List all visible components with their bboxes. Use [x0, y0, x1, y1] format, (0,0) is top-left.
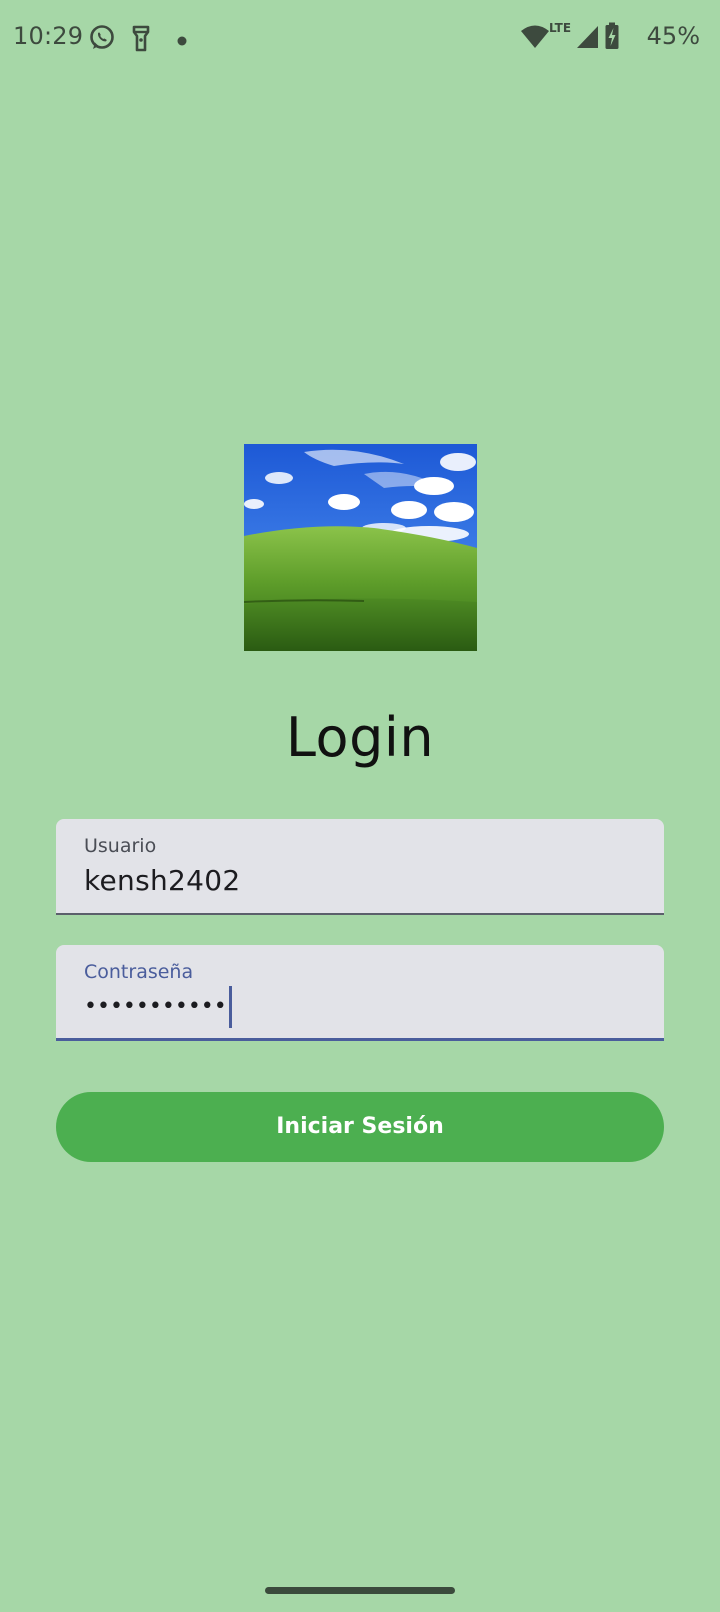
wifi-icon [520, 24, 550, 54]
notification-dot-icon [176, 32, 188, 51]
status-right-icons: LTE 45% [520, 21, 700, 56]
username-label: Usuario [84, 835, 157, 857]
status-bar: 10:29 LTE 45% [0, 0, 720, 80]
flashlight-icon [132, 24, 150, 56]
status-time: 10:29 [13, 22, 84, 50]
lte-icon: LTE [549, 21, 572, 35]
logo-image [244, 444, 477, 651]
battery-percent: 45% [646, 22, 700, 50]
text-cursor [228, 986, 232, 1028]
password-label: Contraseña [84, 961, 194, 983]
username-value[interactable]: kensh2402 [84, 864, 240, 897]
cell-signal-icon [576, 25, 600, 53]
password-value[interactable]: ••••••••••• [84, 986, 232, 1028]
login-button[interactable]: Iniciar Sesión [56, 1092, 664, 1162]
password-field[interactable]: Contraseña ••••••••••• [56, 945, 664, 1041]
whatsapp-icon [88, 24, 116, 56]
home-indicator[interactable] [265, 1587, 455, 1594]
page-title: Login [285, 706, 435, 769]
battery-charging-icon [604, 22, 620, 54]
username-field[interactable]: Usuario kensh2402 [56, 819, 664, 915]
password-masked-text: ••••••••••• [84, 994, 227, 1019]
